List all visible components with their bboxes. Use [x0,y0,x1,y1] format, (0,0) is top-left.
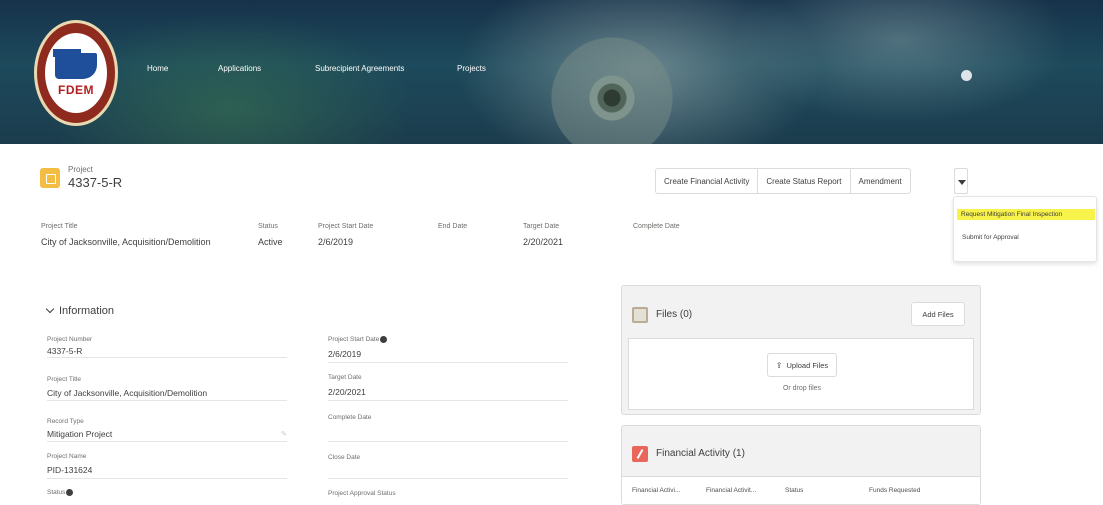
chevron-down-icon [45,304,55,314]
upload-files-button[interactable]: ⇪ Upload Files [767,353,837,377]
field-label-project-approval-status: Project Approval Status [328,490,396,497]
drop-files-hint: Or drop files [782,385,822,392]
field-label-record-type: Record Type [47,418,84,425]
logo-seal: FDEM [45,33,107,113]
financial-activity-icon [632,446,648,462]
highlight-value-project-title: City of Jacksonville, Acquisition/Demoli… [41,237,211,247]
menu-item-submit-for-approval[interactable]: Submit for Approval [962,234,1019,241]
financial-activity-table: Financial Activi... Financial Activit...… [622,476,980,504]
file-drop-zone[interactable]: ⇪ Upload Files Or drop files [628,338,974,410]
highlight-label-start-date: Project Start Date [318,223,374,230]
highlight-label-end-date: End Date [438,223,468,230]
highlight-label-project-title: Project Title [41,223,78,230]
information-section-header[interactable]: Information [43,304,115,317]
nav-home[interactable]: Home [147,64,168,73]
help-icon[interactable] [380,336,388,343]
start-date-label-text: Project Start Date [328,336,380,344]
field-value-project-title: City of Jacksonville, Acquisition/Demoli… [47,388,208,398]
field-label-status: Status [47,489,74,497]
highlight-value-target-date: 2/20/2021 [523,237,564,247]
add-files-button[interactable]: Add Files [911,302,965,326]
financial-activity-title[interactable]: Financial Activity (1) [656,448,745,459]
header-banner: FDEM Home Applications Subrecipient Agre… [0,0,1103,144]
files-card: Files (0) Add Files ⇪ Upload Files Or dro… [621,285,981,415]
field-value-project-start-date: 2/6/2019 [328,349,362,359]
logo-text: FDEM [58,83,94,97]
create-financial-activity-button[interactable]: Create Financial Activity [656,169,759,193]
field-label-close-date: Close Date [328,454,361,461]
divider [47,441,287,442]
highlight-value-status: Active [258,237,283,247]
field-value-target-date: 2/20/2021 [328,387,366,397]
actions-dropdown-menu: Request Mitigation Final Inspection Subm… [953,196,1097,262]
field-label-target-date: Target Date [328,374,362,381]
file-icon [632,307,648,323]
field-label-complete-date: Complete Date [328,414,372,421]
more-actions-chevron-down-icon[interactable] [954,168,968,194]
fdem-logo[interactable]: FDEM [34,20,118,126]
edit-pencil-icon[interactable]: ✎ [281,430,287,438]
divider [47,357,287,358]
column-header[interactable]: Financial Activit... [706,487,756,494]
divider [328,362,568,363]
record-type-label: Project [68,165,93,174]
field-value-project-name: PID-131624 [47,465,93,475]
amendment-button[interactable]: Amendment [851,169,910,193]
upload-files-label: Upload Files [786,360,829,370]
field-label-project-name: Project Name [47,453,87,460]
create-status-report-button[interactable]: Create Status Report [758,169,851,193]
field-label-project-start-date: Project Start Date [328,336,388,344]
nav-applications[interactable]: Applications [218,64,261,73]
divider [47,400,287,401]
divider [328,400,568,401]
field-value-record-type: Mitigation Project [47,429,113,439]
column-header[interactable]: Status [785,487,803,494]
status-label-text: Status [47,489,66,497]
highlight-value-start-date: 2/6/2019 [318,237,354,247]
divider [328,441,568,442]
florida-map-icon [55,53,97,79]
field-label-project-number: Project Number [47,336,93,343]
record-title: 4337-5-R [68,175,123,190]
divider [47,478,287,479]
nav-subrecipient-agreements[interactable]: Subrecipient Agreements [315,64,404,73]
highlight-label-target-date: Target Date [523,223,560,230]
user-avatar-icon[interactable] [961,70,972,81]
divider [328,478,568,479]
nav-projects[interactable]: Projects [457,64,486,73]
help-icon[interactable] [66,489,74,496]
field-label-project-title: Project Title [47,376,81,383]
project-record-icon [40,168,60,188]
highlight-label-complete-date: Complete Date [633,223,680,230]
upload-icon: ⇪ [775,360,783,370]
highlight-label-status: Status [258,223,278,230]
files-card-title[interactable]: Files (0) [656,309,692,320]
column-header[interactable]: Financial Activi... [632,487,680,494]
financial-activity-card: Financial Activity (1) Financial Activi.… [621,425,981,505]
field-value-project-number: 4337-5-R [47,346,83,356]
information-heading: Information [59,305,115,317]
column-header[interactable]: Funds Requested [869,487,920,494]
action-button-group: Create Financial Activity Create Status … [655,168,911,194]
menu-item-request-mitigation-final-inspection[interactable]: Request Mitigation Final Inspection [957,209,1095,220]
